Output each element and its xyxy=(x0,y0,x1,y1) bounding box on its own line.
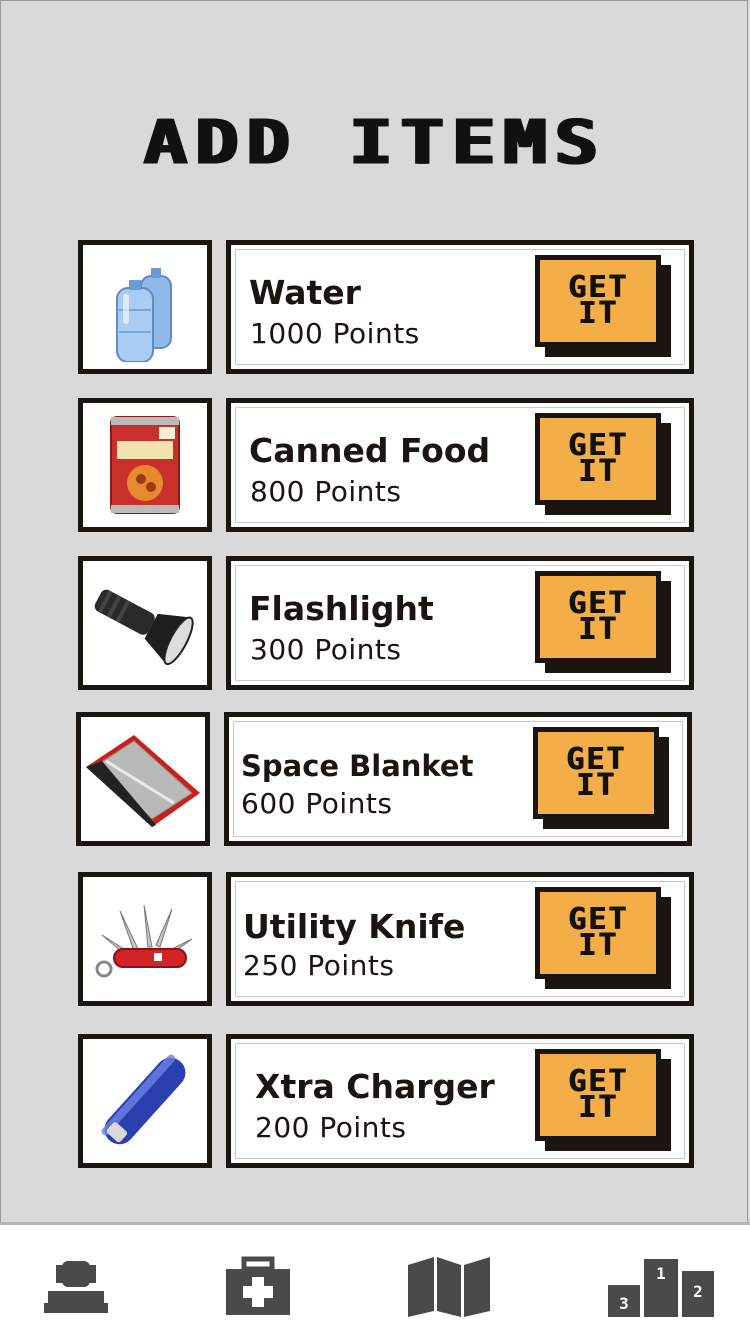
canned-food-icon xyxy=(110,416,180,514)
item-points: 250 Points xyxy=(243,949,395,982)
tab-map[interactable] xyxy=(404,1255,490,1319)
profile-icon xyxy=(44,1261,108,1313)
get-it-label: GET IT xyxy=(567,902,629,963)
item-thumbnail xyxy=(78,872,212,1006)
get-it-button[interactable]: GET IT xyxy=(533,727,669,829)
list-item: Space Blanket 600 Points GET IT xyxy=(0,712,750,846)
list-item: Flashlight 300 Points GET IT xyxy=(0,556,750,690)
podium-third-label: 3 xyxy=(619,1294,629,1313)
podium-second-label: 2 xyxy=(693,1282,703,1301)
list-item: Canned Food 800 Points GET IT xyxy=(0,398,750,532)
item-name: Water xyxy=(249,273,361,312)
get-it-label: GET IT xyxy=(565,742,627,803)
podium-first-label: 1 xyxy=(656,1264,666,1283)
item-name: Utility Knife xyxy=(243,907,466,946)
item-points: 600 Points xyxy=(241,787,393,820)
item-thumbnail xyxy=(76,712,210,846)
tab-leaderboard[interactable]: 3 1 2 xyxy=(606,1255,716,1319)
item-points: 800 Points xyxy=(250,475,402,508)
leaderboard-podium-icon: 3 1 2 xyxy=(608,1259,714,1317)
item-thumbnail xyxy=(78,1034,212,1168)
get-it-button[interactable]: GET IT xyxy=(535,255,671,357)
item-points: 1000 Points xyxy=(250,317,420,350)
item-card: Utility Knife 250 Points GET IT xyxy=(226,872,694,1006)
tab-supplies[interactable] xyxy=(218,1255,298,1319)
space-blanket-icon xyxy=(86,735,200,827)
get-it-button[interactable]: GET IT xyxy=(535,887,671,989)
map-icon xyxy=(408,1257,490,1317)
item-card: Flashlight 300 Points GET IT xyxy=(226,556,694,690)
bottom-tab-bar: 3 1 2 xyxy=(0,1222,750,1334)
utility-knife-icon xyxy=(95,904,193,978)
flashlight-icon xyxy=(94,589,194,666)
item-card: Water 1000 Points GET IT xyxy=(226,240,694,374)
get-it-label: GET IT xyxy=(567,1064,629,1125)
item-points: 300 Points xyxy=(250,633,402,666)
item-card: Canned Food 800 Points GET IT xyxy=(226,398,694,532)
item-points: 200 Points xyxy=(255,1111,407,1144)
get-it-label: GET IT xyxy=(567,428,629,489)
get-it-button[interactable]: GET IT xyxy=(535,571,671,673)
item-card: Space Blanket 600 Points GET IT xyxy=(224,712,692,846)
item-thumbnail xyxy=(78,398,212,532)
item-name: Flashlight xyxy=(249,589,434,628)
item-name: Space Blanket xyxy=(241,749,474,783)
get-it-label: GET IT xyxy=(567,586,629,647)
page-title: ADD ITEMS xyxy=(143,106,607,178)
item-thumbnail xyxy=(78,240,212,374)
charger-icon xyxy=(101,1054,186,1145)
item-name: Xtra Charger xyxy=(255,1067,495,1106)
get-it-button[interactable]: GET IT xyxy=(535,1049,671,1151)
list-item: Xtra Charger 200 Points GET IT xyxy=(0,1034,750,1168)
item-thumbnail xyxy=(78,556,212,690)
tab-profile[interactable] xyxy=(36,1255,116,1319)
get-it-button[interactable]: GET IT xyxy=(535,413,671,515)
list-item: Water 1000 Points GET IT xyxy=(0,240,750,374)
get-it-label: GET IT xyxy=(567,270,629,331)
item-card: Xtra Charger 200 Points GET IT xyxy=(226,1034,694,1168)
list-item: Utility Knife 250 Points GET IT xyxy=(0,872,750,1006)
first-aid-kit-icon xyxy=(226,1256,290,1315)
item-name: Canned Food xyxy=(249,431,491,470)
water-jug-icon xyxy=(116,268,172,362)
